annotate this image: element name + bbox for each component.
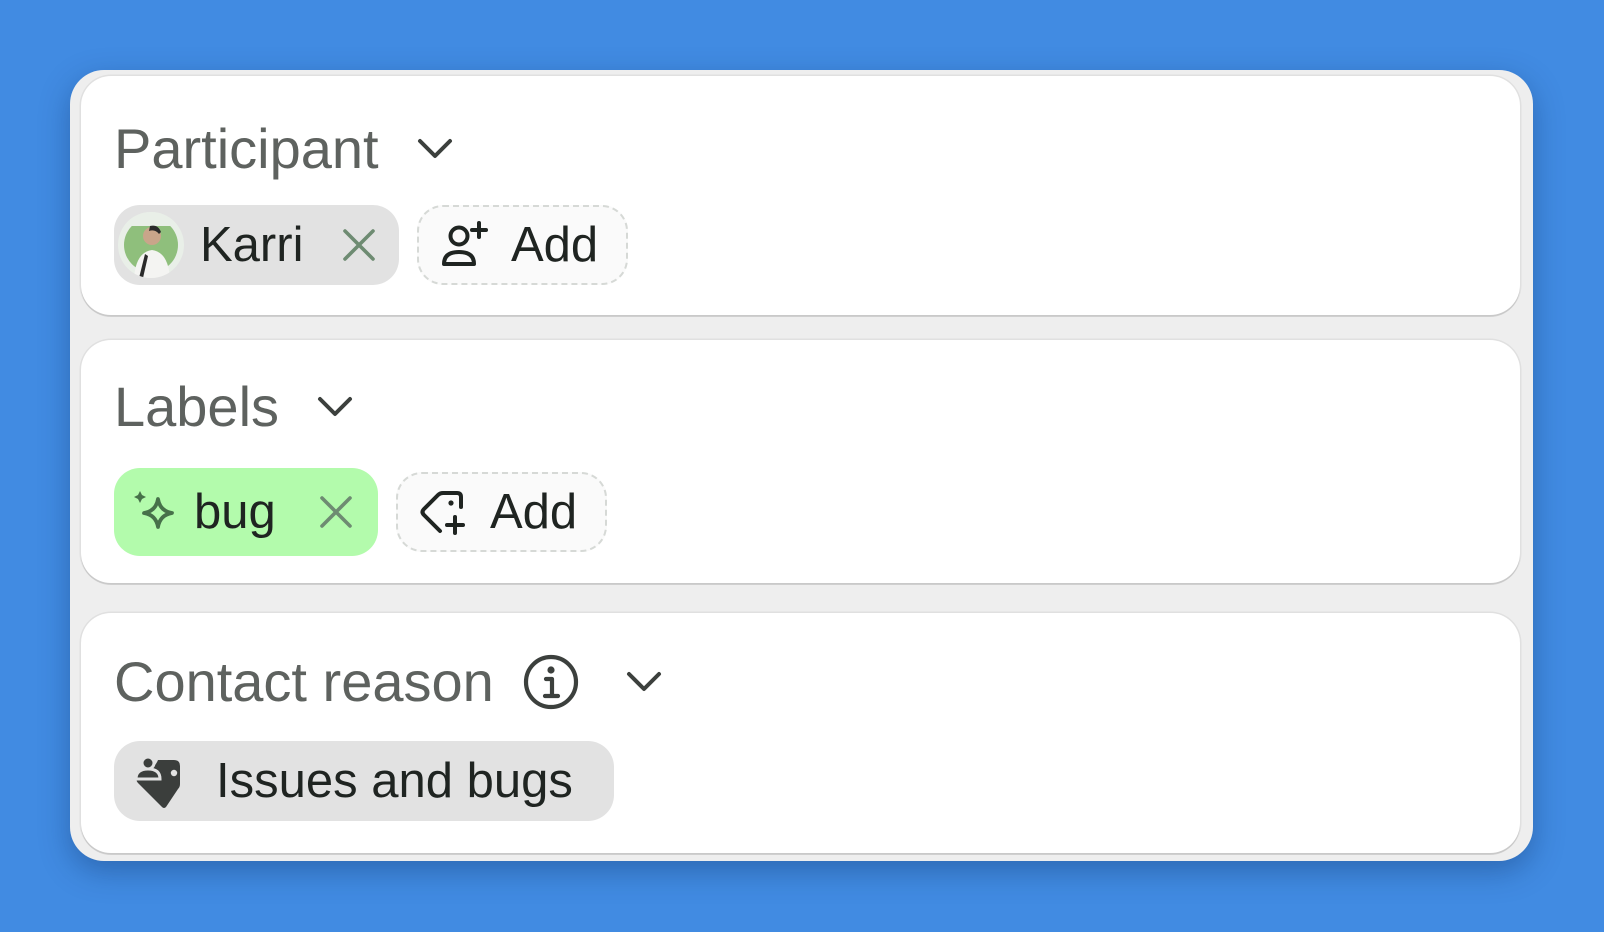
close-icon[interactable] <box>339 225 379 265</box>
add-participant-button[interactable]: Add <box>417 205 628 285</box>
participant-chips: Karri Add <box>114 205 628 285</box>
labels-header[interactable]: Labels <box>114 377 355 437</box>
contact-reason-header[interactable]: Contact reason <box>114 652 664 712</box>
chevron-down-icon[interactable] <box>315 395 355 419</box>
user-tag-icon <box>134 755 180 808</box>
contact-reason-section: Contact reason Issues and bugs <box>81 613 1520 853</box>
contact-reason-title: Contact reason <box>114 650 494 713</box>
participant-section: Participant Karri Add <box>81 76 1520 315</box>
label-chip-bug[interactable]: bug <box>114 468 378 556</box>
labels-section: Labels bug Add <box>81 340 1520 583</box>
participant-chip[interactable]: Karri <box>114 205 399 285</box>
close-icon[interactable] <box>316 492 356 532</box>
participant-header[interactable]: Participant <box>114 119 455 179</box>
add-label-button[interactable]: Add <box>396 472 607 552</box>
tag-plus-icon <box>420 491 465 535</box>
participant-name: Karri <box>200 218 304 272</box>
labels-chips: bug Add <box>114 468 607 556</box>
contact-reason-text: Issues and bugs <box>216 754 573 808</box>
contact-reason-chip[interactable]: Issues and bugs <box>114 741 614 821</box>
chevron-down-icon[interactable] <box>415 137 455 161</box>
chevron-down-icon[interactable] <box>624 670 664 694</box>
labels-title: Labels <box>114 375 280 438</box>
sparkle-icon <box>134 491 174 529</box>
add-participant-label: Add <box>511 218 599 272</box>
contact-reason-chips: Issues and bugs <box>114 741 614 821</box>
participant-title: Participant <box>114 117 379 180</box>
info-icon[interactable] <box>522 653 580 711</box>
label-chip-text: bug <box>194 485 276 539</box>
properties-panel: Participant Karri Add Labels bug Add Con… <box>70 70 1533 861</box>
user-plus-icon <box>442 221 488 266</box>
avatar <box>118 212 184 278</box>
add-label-text: Add <box>490 485 578 539</box>
